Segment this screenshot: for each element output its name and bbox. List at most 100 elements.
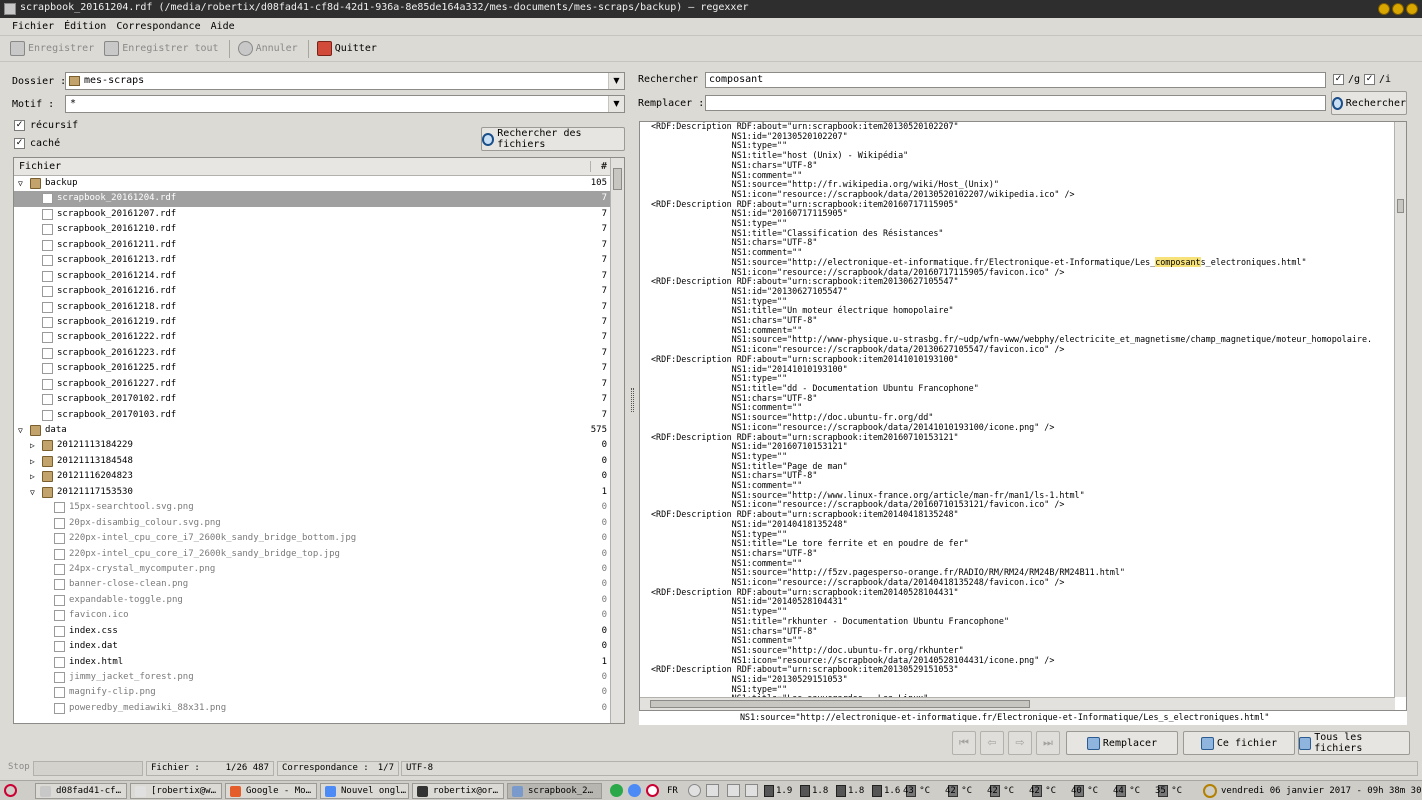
close-button[interactable]: [1406, 3, 1418, 15]
tree-file-row[interactable]: scrapbook_20161225.rdf 7: [14, 361, 611, 376]
tree-file-row[interactable]: scrapbook_20170102.rdf 7: [14, 392, 611, 407]
tree-file-row[interactable]: scrapbook_20161227.rdf 7: [14, 377, 611, 392]
save-button[interactable]: Enregistrer: [10, 41, 94, 56]
collapse-icon[interactable]: ▽: [18, 179, 26, 188]
collapse-icon[interactable]: ▽: [30, 488, 38, 497]
hidden-checkbox[interactable]: ✓ caché: [14, 138, 60, 149]
tree-file-row[interactable]: banner-close-clean.png 0: [14, 577, 611, 592]
replace-button[interactable]: Remplacer: [1066, 731, 1178, 755]
tree-file-row[interactable]: scrapbook_20161223.rdf 7: [14, 346, 611, 361]
tree-file-row[interactable]: scrapbook_20161207.rdf 7: [14, 207, 611, 222]
quit-button[interactable]: Quitter: [316, 41, 377, 56]
tree-file-row[interactable]: magnify-clip.png 0: [14, 685, 611, 700]
file-content-view[interactable]: <RDF:Description RDF:about="urn:scrapboo…: [639, 121, 1407, 711]
expand-icon[interactable]: ▷: [30, 441, 38, 450]
volume-icon[interactable]: [745, 784, 758, 797]
taskbar-task[interactable]: scrapbook_2…: [507, 783, 602, 799]
tree-row-name: expandable-toggle.png: [69, 594, 183, 605]
previous-match-button[interactable]: ⇦: [980, 731, 1004, 755]
tree-row-count: 0: [601, 579, 607, 590]
tree-file-row[interactable]: favicon.ico 0: [14, 608, 611, 623]
taskbar-task[interactable]: [robertix@w…: [130, 783, 222, 799]
menu-correspondance[interactable]: Correspondance: [116, 21, 200, 32]
minimize-button[interactable]: [1378, 3, 1390, 15]
tree-file-row[interactable]: expandable-toggle.png 0: [14, 593, 611, 608]
tree-file-row[interactable]: scrapbook_20161204.rdf 7: [14, 191, 611, 207]
replace-input[interactable]: [705, 95, 1326, 111]
tree-file-row[interactable]: index.dat 0: [14, 639, 611, 654]
tree-folder-row[interactable]: ▷ 20121116204823 0: [14, 469, 611, 484]
browser-icon[interactable]: [628, 784, 641, 797]
search-button[interactable]: Rechercher: [1331, 91, 1407, 115]
chevron-down-icon[interactable]: ▼: [608, 73, 624, 89]
pane-splitter[interactable]: [631, 388, 634, 412]
column-file[interactable]: Fichier: [19, 161, 61, 172]
maximize-button[interactable]: [1392, 3, 1404, 15]
tree-file-row[interactable]: scrapbook_20161213.rdf 7: [14, 253, 611, 268]
tree-file-row[interactable]: scrapbook_20161214.rdf 7: [14, 269, 611, 284]
tree-file-row[interactable]: scrapbook_20161222.rdf 7: [14, 330, 611, 345]
taskbar-task[interactable]: robertix@or…: [412, 783, 504, 799]
last-match-button[interactable]: ⏭: [1036, 731, 1060, 755]
chevron-down-icon[interactable]: ▼: [608, 96, 624, 112]
menu-aide[interactable]: Aide: [211, 21, 235, 32]
taskbar-task[interactable]: d08fad41-cf…: [35, 783, 127, 799]
tree-folder-row[interactable]: ▽ data 575: [14, 423, 611, 438]
flag-i-checkbox[interactable]: ✓ /i: [1364, 74, 1391, 85]
flag-g-checkbox[interactable]: ✓ /g: [1333, 74, 1360, 85]
tree-file-row[interactable]: 20px-disambig_colour.svg.png 0: [14, 516, 611, 531]
replace-all-files-button[interactable]: Tous les fichiers: [1298, 731, 1410, 755]
file-tree[interactable]: Fichier # ▽ backup 105 scrapbook_20161204.r…: [13, 157, 625, 724]
content-horizontal-scrollbar[interactable]: [640, 697, 1395, 710]
collapse-icon[interactable]: ▽: [18, 426, 26, 435]
folder-combo[interactable]: mes-scraps ▼: [65, 72, 625, 90]
keyboard-layout[interactable]: FR: [667, 784, 678, 798]
tree-file-row[interactable]: scrapbook_20170103.rdf 7: [14, 408, 611, 423]
tree-file-row[interactable]: scrapbook_20161216.rdf 7: [14, 284, 611, 299]
file-tree-scrollbar[interactable]: [610, 158, 624, 723]
tree-file-row[interactable]: 24px-crystal_mycomputer.png 0: [14, 562, 611, 577]
expand-icon[interactable]: ▷: [30, 472, 38, 481]
tree-file-row[interactable]: scrapbook_20161211.rdf 7: [14, 238, 611, 253]
tree-file-row[interactable]: 220px-intel_cpu_core_i7_2600k_sandy_brid…: [14, 531, 611, 546]
menu-icon[interactable]: [4, 784, 17, 797]
pattern-label: Motif :: [12, 99, 55, 110]
bluetooth-icon[interactable]: [688, 784, 701, 797]
printer-icon[interactable]: [727, 784, 740, 797]
tree-file-row[interactable]: jimmy_jacket_forest.png 0: [14, 670, 611, 685]
taskbar-task[interactable]: Google - Mo…: [225, 783, 317, 799]
pattern-combo[interactable]: * ▼: [65, 95, 625, 113]
tree-file-row[interactable]: scrapbook_20161218.rdf 7: [14, 300, 611, 315]
clock-icon[interactable]: [646, 784, 659, 797]
expand-icon[interactable]: ▷: [30, 457, 38, 466]
mic-icon[interactable]: [706, 784, 719, 797]
tree-file-row[interactable]: scrapbook_20161210.rdf 7: [14, 222, 611, 237]
task-label: Nouvel ongl…: [341, 786, 407, 796]
menu-edition[interactable]: Édition: [64, 21, 106, 32]
tree-file-row[interactable]: 220px-intel_cpu_core_i7_2600k_sandy_brid…: [14, 547, 611, 562]
save-all-button[interactable]: Enregistrer tout: [104, 41, 219, 56]
undo-button[interactable]: Annuler: [237, 41, 298, 56]
search-input[interactable]: composant: [705, 72, 1326, 88]
tree-file-row[interactable]: 15px-searchtool.svg.png 0: [14, 500, 611, 515]
search-icon[interactable]: [1203, 784, 1217, 798]
network-icon[interactable]: [610, 784, 623, 797]
tree-folder-row[interactable]: ▽ backup 105: [14, 176, 611, 191]
tree-file-row[interactable]: scrapbook_20161219.rdf 7: [14, 315, 611, 330]
tree-file-row[interactable]: index.html 1: [14, 655, 611, 670]
column-count[interactable]: #: [589, 161, 607, 172]
replace-in-file-button[interactable]: Ce fichier: [1183, 731, 1295, 755]
content-vertical-scrollbar[interactable]: [1394, 122, 1406, 697]
tree-folder-row[interactable]: ▷ 20121113184548 0: [14, 454, 611, 469]
recursive-checkbox[interactable]: ✓ récursif: [14, 120, 78, 131]
find-files-button[interactable]: Rechercher des fichiers: [481, 127, 625, 151]
tree-file-row[interactable]: poweredby_mediawiki_88x31.png 0: [14, 701, 611, 716]
clock[interactable]: vendredi 06 janvier 2017 - 09h 38m 30s: [1221, 784, 1422, 798]
taskbar-task[interactable]: Nouvel ongl…: [320, 783, 409, 799]
tree-folder-row[interactable]: ▽ 20121117153530 1: [14, 485, 611, 500]
next-match-button[interactable]: ⇨: [1008, 731, 1032, 755]
tree-file-row[interactable]: index.css 0: [14, 624, 611, 639]
tree-folder-row[interactable]: ▷ 20121113184229 0: [14, 438, 611, 453]
menu-fichier[interactable]: Fichier: [12, 21, 54, 32]
first-match-button[interactable]: ⏮: [952, 731, 976, 755]
